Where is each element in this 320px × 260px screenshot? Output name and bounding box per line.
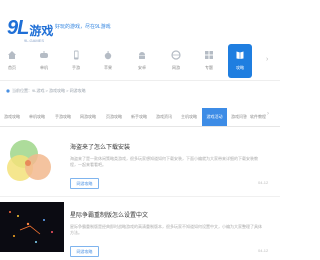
tab-mobile-guide[interactable]: 手游攻略 bbox=[51, 108, 75, 126]
article-thumbnail[interactable] bbox=[0, 134, 64, 184]
nav-item-apple[interactable]: 苹果 bbox=[96, 44, 120, 78]
article-date: 04-12 bbox=[258, 180, 269, 185]
tab-qa[interactable]: 游戏问答 bbox=[228, 108, 250, 126]
tab-news[interactable]: 游戏资讯 bbox=[152, 108, 176, 126]
tab-console-guide[interactable]: 主机攻略 bbox=[177, 108, 201, 126]
nav-item-home[interactable]: 首页 bbox=[0, 44, 24, 78]
nav-item-guide[interactable]: 攻略 bbox=[228, 44, 252, 78]
venn-thumbnail-image bbox=[0, 134, 64, 184]
tab-single-guide[interactable]: 单机攻略 bbox=[25, 108, 49, 126]
grid-icon bbox=[205, 51, 213, 59]
tab-online-guide[interactable]: 网游攻略 bbox=[76, 108, 100, 126]
android-icon bbox=[139, 52, 145, 59]
tab-events[interactable]: 游戏活动 bbox=[202, 108, 227, 126]
logo-text: 游戏 bbox=[29, 24, 54, 38]
article-date: 04-12 bbox=[258, 248, 269, 253]
site-slogan: 好玩的游戏，尽在9L游戏 bbox=[55, 24, 111, 30]
article-title[interactable]: 星际争霸重制版怎么设置中文 bbox=[70, 210, 148, 219]
dark-game-thumbnail-image bbox=[0, 202, 64, 252]
article-tag[interactable]: 网游攻略 bbox=[70, 246, 99, 257]
nav-item-single[interactable]: 单机 bbox=[32, 44, 56, 78]
nav-item-android[interactable]: 安卓 bbox=[130, 44, 154, 78]
nav-item-online[interactable]: 网游 bbox=[164, 44, 188, 78]
nav-item-mobile[interactable]: 手游 bbox=[64, 44, 88, 78]
breadcrumb: 当前位置：9L游戏 > 游戏攻略 > 网游攻略 bbox=[6, 88, 86, 94]
phone-icon bbox=[74, 50, 79, 60]
article-summary: 星际争霸重制版是经典即时战略游戏的高清重制版本，很多玩家不知道如何设置中文，小编… bbox=[70, 224, 262, 235]
breadcrumb-path: 当前位置：9L游戏 > 游戏攻略 > 网游攻略 bbox=[12, 88, 86, 93]
card-divider bbox=[0, 196, 280, 197]
tabs-more-icon[interactable]: › bbox=[267, 111, 269, 117]
globe-icon bbox=[171, 50, 181, 60]
article-tag[interactable]: 网游攻略 bbox=[70, 178, 99, 189]
page: 9L 游戏 9L.GAMES 好玩的游戏，尽在9L游戏 首页 单机 手游 苹果 … bbox=[0, 0, 280, 260]
location-icon bbox=[6, 89, 10, 93]
logo-subtitle: 9L.GAMES bbox=[24, 38, 45, 43]
apple-icon bbox=[104, 51, 112, 60]
nav-item-topic[interactable]: 专题 bbox=[197, 44, 221, 78]
article-card[interactable]: 海盗来了怎么下载安装 海盗来了是一款休闲策略类游戏，很多玩家想知道如何下载安装，… bbox=[0, 134, 280, 192]
home-icon bbox=[8, 51, 16, 59]
category-tabs: 游戏攻略 单机攻略 手游攻略 网游攻略 页游攻略 新手攻略 游戏资讯 主机攻略 … bbox=[0, 108, 280, 127]
article-title[interactable]: 海盗来了怎么下载安装 bbox=[70, 142, 130, 151]
nav-more-icon[interactable]: › bbox=[266, 56, 268, 63]
tab-game-guide[interactable]: 游戏攻略 bbox=[0, 108, 24, 126]
article-summary: 海盗来了是一款休闲策略类游戏，很多玩家想知道如何下载安装，下面小编就为大家带来详… bbox=[70, 156, 258, 167]
logo-number: 9L bbox=[7, 17, 29, 39]
article-card[interactable]: 星际争霸重制版怎么设置中文 星际争霸重制版是经典即时战略游戏的高清重制版本，很多… bbox=[0, 202, 280, 260]
header-divider bbox=[0, 80, 280, 81]
article-thumbnail[interactable] bbox=[0, 202, 64, 252]
tab-software[interactable]: 软件教程 bbox=[250, 108, 266, 126]
gamepad-icon bbox=[40, 51, 48, 58]
tab-web-guide[interactable]: 页游攻略 bbox=[102, 108, 126, 126]
tab-newbie-guide[interactable]: 新手攻略 bbox=[127, 108, 151, 126]
site-logo[interactable]: 9L 游戏 9L.GAMES bbox=[7, 17, 54, 43]
icon-nav: 首页 单机 手游 苹果 安卓 网游 专题 攻略 bbox=[0, 44, 280, 80]
book-icon bbox=[236, 51, 244, 59]
